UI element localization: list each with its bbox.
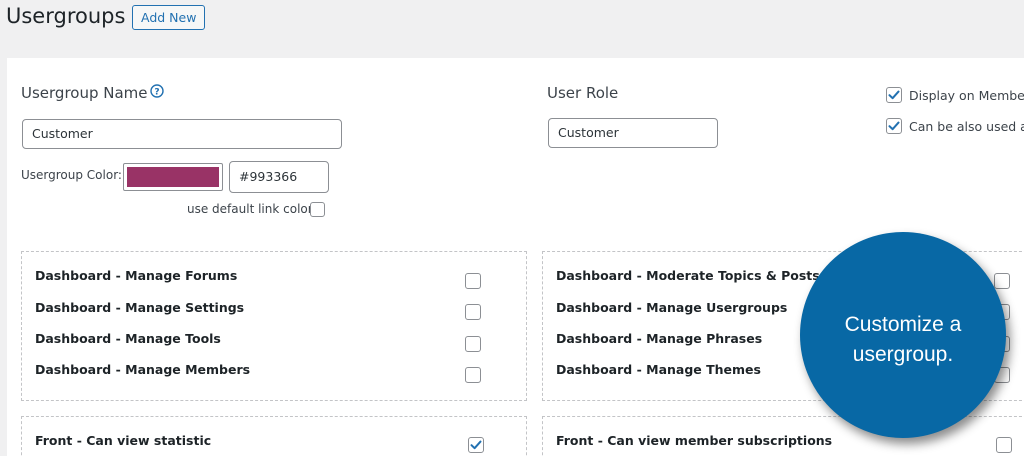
default-link-color-label: use default link color (187, 202, 313, 216)
color-hex-input[interactable]: #993366 (229, 161, 329, 193)
add-new-button[interactable]: Add New (132, 5, 206, 30)
perm-view-statistic-label: Front - Can view statistic (35, 433, 212, 448)
perm-manage-phrases-label: Dashboard - Manage Phrases (556, 331, 763, 346)
color-swatch-button[interactable] (123, 163, 223, 191)
perm-manage-forums-checkbox[interactable] (465, 273, 481, 289)
perm-manage-tools-checkbox[interactable] (465, 336, 481, 352)
checkmark-icon (470, 440, 482, 450)
perm-moderate-topics-checkbox[interactable] (994, 273, 1010, 289)
checkmark-icon (888, 90, 900, 100)
perm-manage-usergroups-label: Dashboard - Manage Usergroups (556, 300, 788, 315)
question-circle-icon[interactable]: ? (150, 84, 164, 98)
perm-view-subscriptions-checkbox[interactable] (996, 437, 1012, 453)
perm-manage-forums-label: Dashboard - Manage Forums (35, 268, 238, 283)
perm-manage-members-label: Dashboard - Manage Members (35, 362, 251, 377)
svg-text:?: ? (154, 88, 159, 98)
checkmark-icon (888, 121, 900, 131)
perm-view-subscriptions-label: Front - Can view member subscriptions (556, 433, 833, 448)
can-be-also-used-checkbox[interactable] (886, 118, 902, 134)
perm-manage-themes-label: Dashboard - Manage Themes (556, 362, 761, 377)
user-role-label: User Role (547, 84, 619, 102)
page-title: Usergroups (6, 4, 126, 28)
usergroup-name-input[interactable]: Customer (22, 119, 342, 149)
perm-manage-members-checkbox[interactable] (465, 367, 481, 383)
can-be-also-used-label: Can be also used as (909, 119, 1024, 134)
default-link-color-checkbox[interactable] (310, 202, 325, 217)
user-role-input[interactable]: Customer (548, 118, 718, 148)
perm-manage-tools-label: Dashboard - Manage Tools (35, 331, 221, 346)
callout-text: Customize a usergroup. (844, 313, 962, 366)
display-on-members-label: Display on Members (909, 88, 1024, 103)
color-swatch (127, 167, 219, 187)
perm-moderate-topics-label: Dashboard - Moderate Topics & Posts (556, 268, 820, 283)
perm-view-statistic-checkbox[interactable] (468, 437, 484, 453)
perm-manage-settings-checkbox[interactable] (465, 304, 481, 320)
usergroup-color-label: Usergroup Color: (21, 168, 122, 182)
perm-manage-settings-label: Dashboard - Manage Settings (35, 300, 245, 315)
usergroup-name-label: Usergroup Name (21, 84, 148, 102)
display-on-members-checkbox[interactable] (886, 87, 902, 103)
